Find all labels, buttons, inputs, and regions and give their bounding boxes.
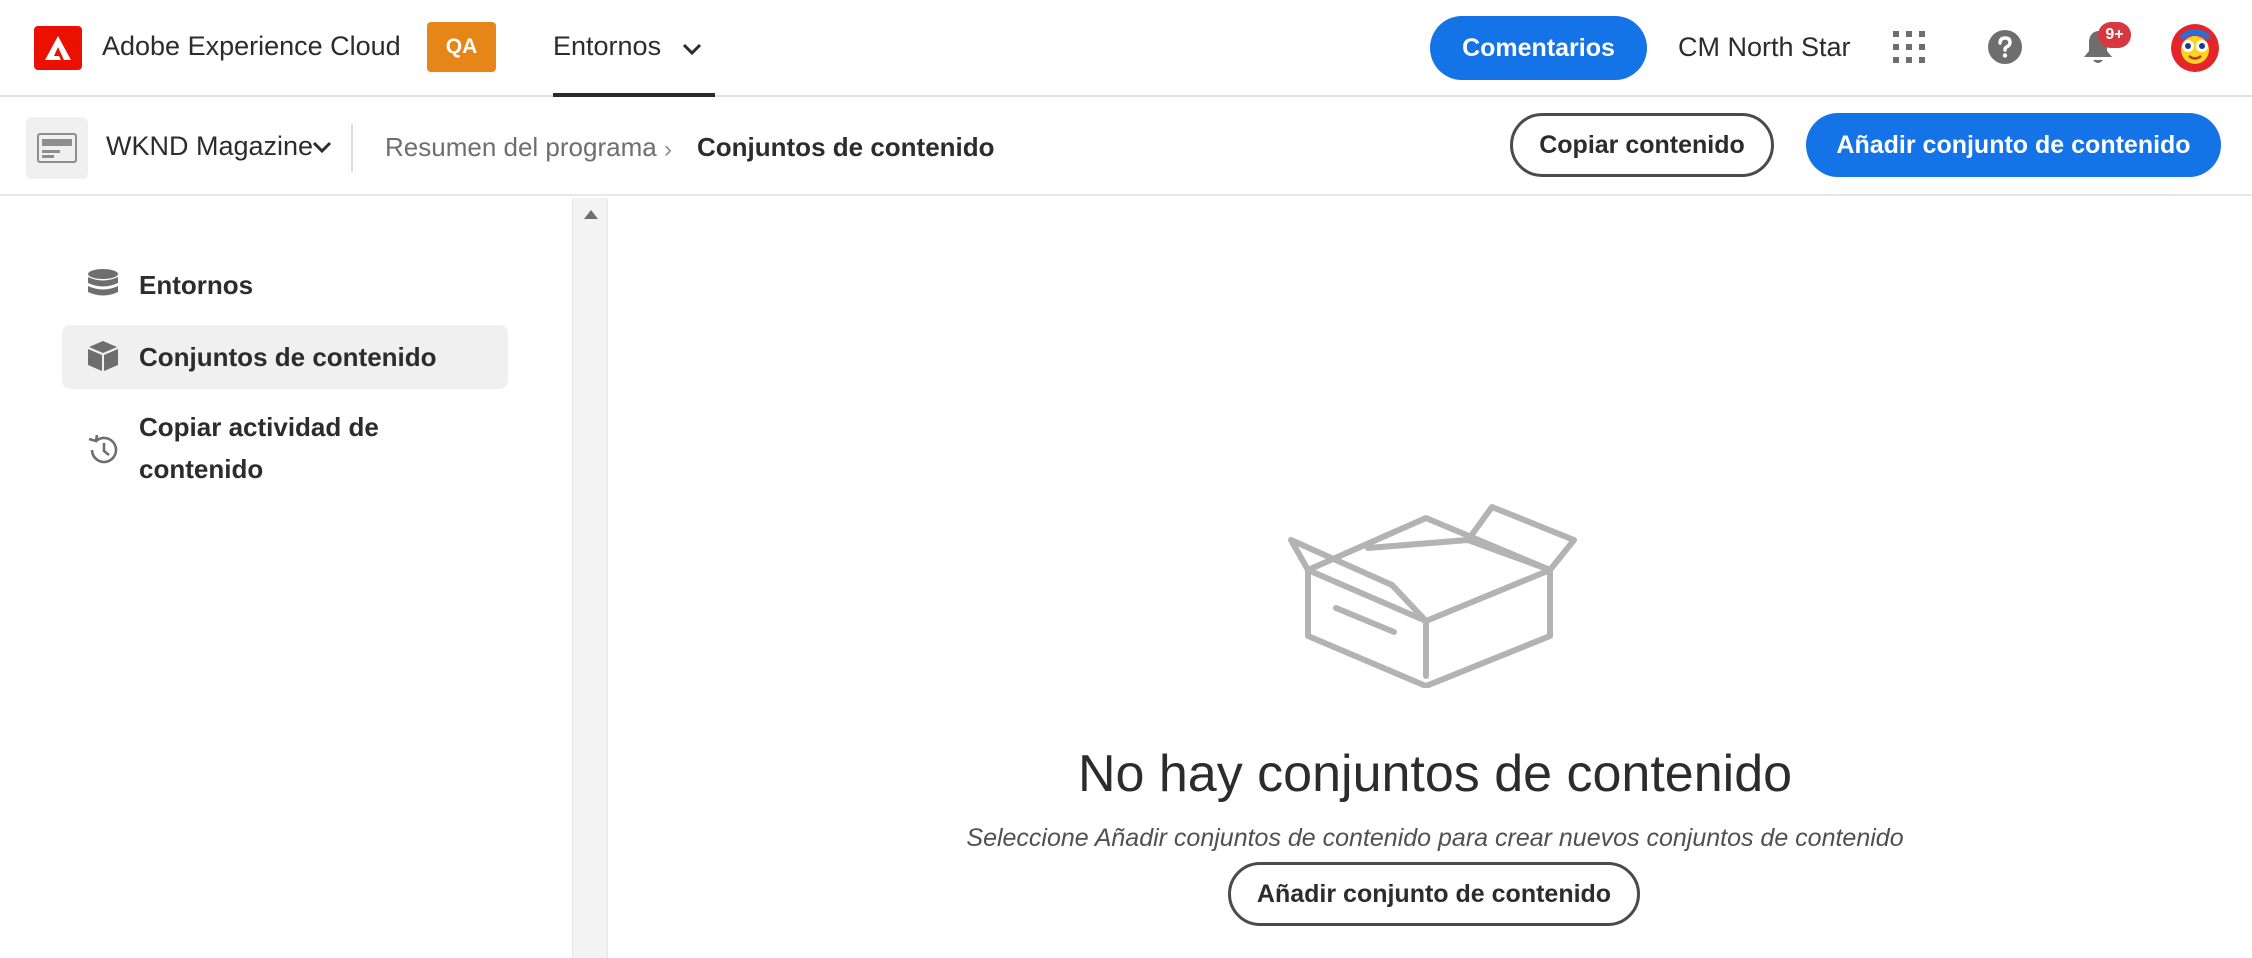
program-switcher[interactable]: WKND Magazine [106,131,313,162]
app-title[interactable]: Adobe Experience Cloud [102,31,401,62]
environment-badge: QA [427,22,496,72]
breadcrumb-separator: › [664,136,672,163]
sidebar-item-content-sets[interactable]: Conjuntos de contenido [62,325,508,389]
notification-count-badge: 9+ [2098,22,2131,48]
database-icon [86,268,120,307]
sidebar-item-environments[interactable]: Entornos [62,264,508,306]
empty-state-description: Seleccione Añadir conjuntos de contenido… [966,824,1904,852]
copy-content-button[interactable]: Copiar contenido [1510,113,1774,177]
history-icon [86,432,122,473]
divider [351,124,353,172]
avatar[interactable] [2171,24,2219,72]
adobe-logo-icon[interactable] [34,26,82,70]
sidebar-item-label: Entornos [139,270,254,300]
feedback-button[interactable]: Comentarios [1430,16,1647,80]
program-bar: WKND Magazine Resumen del programa › Con… [0,99,2252,196]
sidebar-item-copy-activity[interactable]: Copiar actividad de contenido [62,406,508,490]
empty-box-icon [1288,468,1588,693]
nav-environments-label: Entornos [553,31,662,61]
add-content-set-button[interactable]: Añadir conjunto de contenido [1806,113,2221,177]
help-icon[interactable] [1987,29,2023,70]
program-thumbnail-icon [26,117,88,179]
org-switcher[interactable]: CM North Star [1678,32,1851,63]
app-switcher-icon[interactable] [1892,30,1926,69]
box-icon [86,339,120,378]
add-content-set-empty-button[interactable]: Añadir conjunto de contenido [1228,862,1640,926]
breadcrumb-current-page: Conjuntos de contenido [697,132,995,162]
main-content: No hay conjuntos de contenido Seleccione… [608,198,2252,958]
scroll-up-arrow-icon[interactable] [584,210,598,219]
sidebar: Entornos Conjuntos de contenido Copiar a… [0,198,572,958]
scrollbar[interactable] [572,198,608,958]
sidebar-item-label: Copiar actividad de contenido [139,412,379,484]
breadcrumb-program-overview[interactable]: Resumen del programa [385,132,657,163]
sidebar-item-label: Conjuntos de contenido [139,342,437,372]
nav-environments[interactable]: Entornos [553,0,715,97]
chevron-down-icon [681,42,703,61]
empty-state-title: No hay conjuntos de contenido [1077,745,1793,803]
chevron-down-icon[interactable] [311,140,333,159]
top-bar: Adobe Experience Cloud QA Entornos Comen… [0,0,2252,97]
